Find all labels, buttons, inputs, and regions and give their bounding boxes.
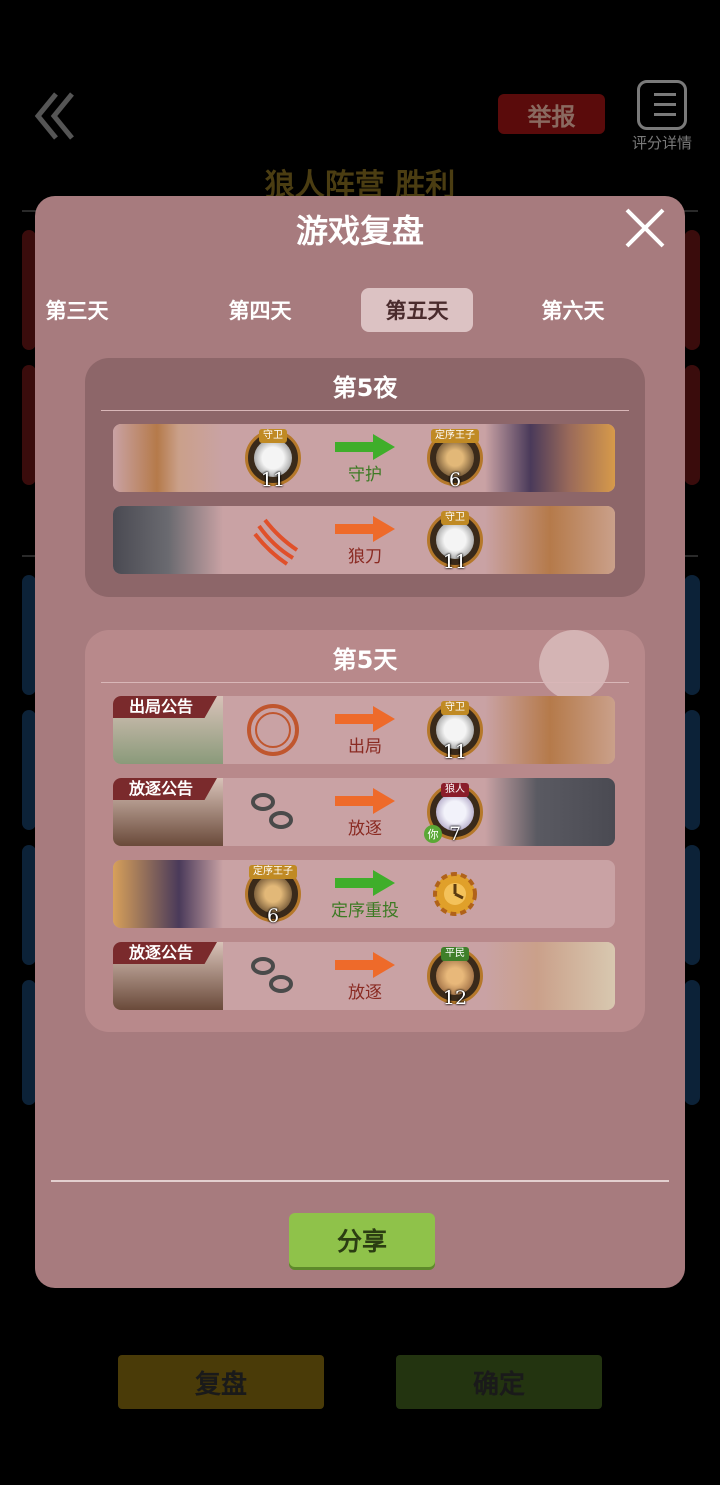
player-card bbox=[22, 575, 36, 695]
report-button[interactable]: 举报 bbox=[498, 94, 605, 134]
list-icon bbox=[637, 80, 687, 130]
tab-day-6[interactable]: 第六天 bbox=[517, 288, 629, 332]
action-label: 放逐 bbox=[348, 819, 382, 839]
action-label: 放逐 bbox=[348, 983, 382, 1003]
player-card bbox=[684, 365, 700, 485]
stamp-icon bbox=[247, 704, 299, 756]
player-avatar: 平民 12 bbox=[427, 947, 483, 1009]
event-row: 出局公告 出局 守卫 11 bbox=[113, 696, 615, 764]
role-badge: 平民 bbox=[441, 947, 469, 961]
announcement-tag: 出局公告 bbox=[113, 696, 218, 718]
divider bbox=[51, 1180, 669, 1182]
character-art bbox=[113, 860, 223, 928]
player-number: 11 bbox=[260, 469, 286, 491]
character-art bbox=[485, 942, 615, 1010]
score-detail-button[interactable]: 评分详情 bbox=[624, 80, 700, 160]
arrow-right-icon bbox=[335, 434, 395, 460]
day-section: 第5天 出局公告 出局 守卫 11 放逐公告 放逐 狼人 你 7 定序王子 6 … bbox=[85, 630, 645, 1032]
replay-modal: 游戏复盘 第三天 第四天 第五天 第六天 第5夜 守卫 11 守护 定序王子 6 bbox=[35, 196, 685, 1288]
player-card bbox=[684, 575, 700, 695]
player-card bbox=[22, 365, 36, 485]
player-card bbox=[684, 845, 700, 965]
replay-button[interactable]: 复盘 bbox=[118, 1355, 324, 1409]
player-avatar: 定序王子 6 bbox=[427, 429, 483, 491]
player-card bbox=[22, 980, 36, 1105]
confirm-button[interactable]: 确定 bbox=[396, 1355, 602, 1409]
player-card bbox=[22, 230, 36, 350]
event-row: 狼刀 守卫 11 bbox=[113, 506, 615, 574]
player-avatar: 守卫 11 bbox=[245, 429, 301, 491]
tab-day-4[interactable]: 第四天 bbox=[204, 288, 316, 332]
night-section: 第5夜 守卫 11 守护 定序王子 6 狼刀 守卫 11 bbox=[85, 358, 645, 597]
announcement-tag: 放逐公告 bbox=[113, 942, 218, 964]
divider bbox=[101, 410, 629, 411]
role-badge: 定序王子 bbox=[431, 429, 479, 443]
player-avatar: 定序王子 6 bbox=[245, 865, 301, 927]
announcement-tag: 放逐公告 bbox=[113, 778, 218, 800]
player-card bbox=[22, 710, 36, 830]
player-card bbox=[22, 845, 36, 965]
player-number: 7 bbox=[448, 823, 462, 845]
character-art bbox=[113, 424, 223, 492]
role-badge: 定序王子 bbox=[249, 865, 297, 879]
character-art bbox=[485, 696, 615, 764]
score-detail-label: 评分详情 bbox=[631, 134, 692, 152]
character-art bbox=[485, 424, 615, 492]
action-label: 狼刀 bbox=[348, 547, 382, 567]
player-card bbox=[684, 710, 700, 830]
share-button[interactable]: 分享 bbox=[289, 1213, 435, 1267]
modal-title: 游戏复盘 bbox=[295, 212, 424, 250]
character-art bbox=[485, 506, 615, 574]
gear-clock-icon bbox=[433, 872, 477, 916]
player-card bbox=[684, 230, 700, 350]
player-number: 11 bbox=[442, 741, 468, 763]
close-icon[interactable] bbox=[623, 206, 667, 250]
tab-day-5[interactable]: 第五天 bbox=[361, 288, 473, 332]
role-badge: 狼人 bbox=[441, 783, 469, 797]
player-number: 6 bbox=[448, 469, 462, 491]
event-row: 放逐公告 放逐 平民 12 bbox=[113, 942, 615, 1010]
back-chevron-icon[interactable] bbox=[30, 86, 78, 146]
action-label: 定序重投 bbox=[331, 901, 399, 921]
chains-icon bbox=[251, 793, 293, 829]
arrow-right-icon bbox=[335, 870, 395, 896]
player-avatar: 守卫 11 bbox=[427, 701, 483, 763]
werewolf-art bbox=[485, 778, 615, 846]
event-row: 守卫 11 守护 定序王子 6 bbox=[113, 424, 615, 492]
role-badge: 守卫 bbox=[259, 429, 287, 443]
player-number: 12 bbox=[442, 987, 468, 1009]
action-label: 守护 bbox=[348, 465, 382, 485]
player-avatar: 守卫 11 bbox=[427, 511, 483, 573]
event-row: 放逐公告 放逐 狼人 你 7 bbox=[113, 778, 615, 846]
player-number: 6 bbox=[266, 905, 280, 927]
werewolf-art bbox=[113, 506, 223, 574]
player-card bbox=[684, 980, 700, 1105]
divider bbox=[101, 682, 629, 683]
claw-icon bbox=[253, 518, 299, 566]
arrow-right-icon bbox=[335, 788, 395, 814]
day-title: 第5天 bbox=[332, 646, 398, 674]
player-number: 11 bbox=[442, 551, 468, 573]
arrow-right-icon bbox=[335, 516, 395, 542]
role-badge: 守卫 bbox=[441, 701, 469, 715]
night-title: 第5夜 bbox=[332, 374, 398, 402]
arrow-right-icon bbox=[335, 952, 395, 978]
day-tabs: 第三天 第四天 第五天 第六天 bbox=[35, 284, 685, 334]
player-avatar: 狼人 你 7 bbox=[424, 783, 483, 845]
chains-icon bbox=[251, 957, 293, 993]
event-row: 定序王子 6 定序重投 bbox=[113, 860, 615, 928]
tab-day-3[interactable]: 第三天 bbox=[35, 288, 133, 332]
role-badge: 守卫 bbox=[441, 511, 469, 525]
arrow-right-icon bbox=[335, 706, 395, 732]
action-label: 出局 bbox=[348, 737, 382, 757]
